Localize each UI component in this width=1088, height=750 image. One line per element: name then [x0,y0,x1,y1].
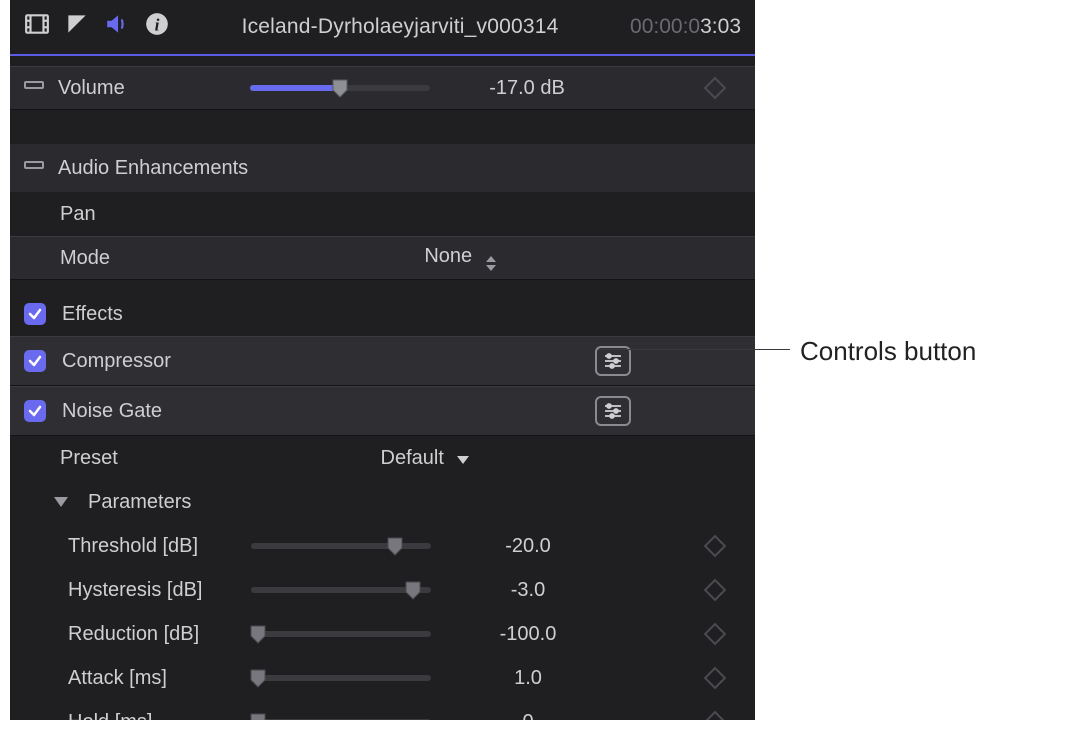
section-icon [24,81,44,95]
parameter-row: Reduction [dB] -100.0 [10,612,755,656]
effect-noisegate-row[interactable]: Noise Gate [10,386,755,436]
param-value[interactable]: 1.0 [453,667,603,690]
svg-text:i: i [155,16,160,35]
volume-label: Volume [58,77,238,100]
effect-compressor-row[interactable]: Compressor [10,336,755,386]
parameters-header-row[interactable]: Parameters [10,480,755,524]
effects-header-row[interactable]: Effects [10,292,755,336]
pan-mode-label: Mode [24,247,239,270]
audio-tab-icon[interactable] [104,11,130,43]
audio-enhancements-header[interactable]: Audio Enhancements [10,144,755,192]
compressor-label: Compressor [58,350,273,373]
inspector-topbar: i Iceland-Dyrholaeyjarviti_v000314 00:00… [10,0,755,56]
preset-label: Preset [24,447,239,470]
param-value[interactable]: -100.0 [453,623,603,646]
keyframe-icon[interactable] [704,77,727,100]
compressor-checkbox[interactable] [24,350,46,372]
param-slider[interactable] [251,543,431,549]
keyframe-icon[interactable] [704,711,727,720]
param-slider[interactable] [251,631,431,637]
param-label: Hold [ms] [24,711,239,721]
disclosure-triangle-icon[interactable] [54,497,68,507]
param-label: Hysteresis [dB] [24,579,239,602]
param-label: Threshold [dB] [24,535,239,558]
annotation-label: Controls button [800,336,976,367]
section-icon [24,161,44,175]
color-tab-icon[interactable] [64,11,90,43]
volume-row: Volume -17.0 dB [10,66,755,110]
noisegate-controls-button[interactable] [595,396,631,426]
parameters-label: Parameters [88,491,191,514]
effects-label: Effects [58,303,273,326]
keyframe-icon[interactable] [704,623,727,646]
param-value[interactable]: -20.0 [453,535,603,558]
param-slider[interactable] [251,719,431,720]
pan-label: Pan [24,203,239,226]
timecode: 00:00:03:03 [630,15,741,39]
annotation-leader-line [598,349,790,359]
volume-slider[interactable] [250,85,430,91]
parameter-row: Attack [ms] 1.0 [10,656,755,700]
pan-mode-dropdown[interactable]: None [424,245,495,271]
video-tab-icon[interactable] [24,11,50,43]
pan-header-row[interactable]: Pan [10,192,755,236]
param-slider[interactable] [251,675,431,681]
keyframe-icon[interactable] [704,535,727,558]
noisegate-checkbox[interactable] [24,400,46,422]
param-value[interactable]: -3.0 [453,579,603,602]
param-slider[interactable] [251,587,431,593]
parameter-row: Threshold [dB] -20.0 [10,524,755,568]
clip-title: Iceland-Dyrholaeyjarviti_v000314 [188,15,612,39]
parameter-row: Hysteresis [dB] -3.0 [10,568,755,612]
param-label: Reduction [dB] [24,623,239,646]
updown-caret-icon [486,256,496,271]
keyframe-icon[interactable] [704,579,727,602]
preset-row: Preset Default [10,436,755,480]
chevron-down-icon [457,456,469,464]
keyframe-icon[interactable] [704,667,727,690]
effects-checkbox[interactable] [24,303,46,325]
parameter-row: Hold [ms] 0 [10,700,755,720]
param-label: Attack [ms] [24,667,239,690]
noisegate-label: Noise Gate [58,400,273,423]
pan-mode-row: Mode None [10,236,755,280]
volume-value[interactable]: -17.0 dB [452,77,602,100]
preset-dropdown[interactable]: Default [381,447,470,470]
audio-inspector-panel: i Iceland-Dyrholaeyjarviti_v000314 00:00… [10,0,755,720]
info-tab-icon[interactable]: i [144,11,170,43]
audio-enhancements-label: Audio Enhancements [58,157,248,180]
param-value[interactable]: 0 [453,711,603,721]
